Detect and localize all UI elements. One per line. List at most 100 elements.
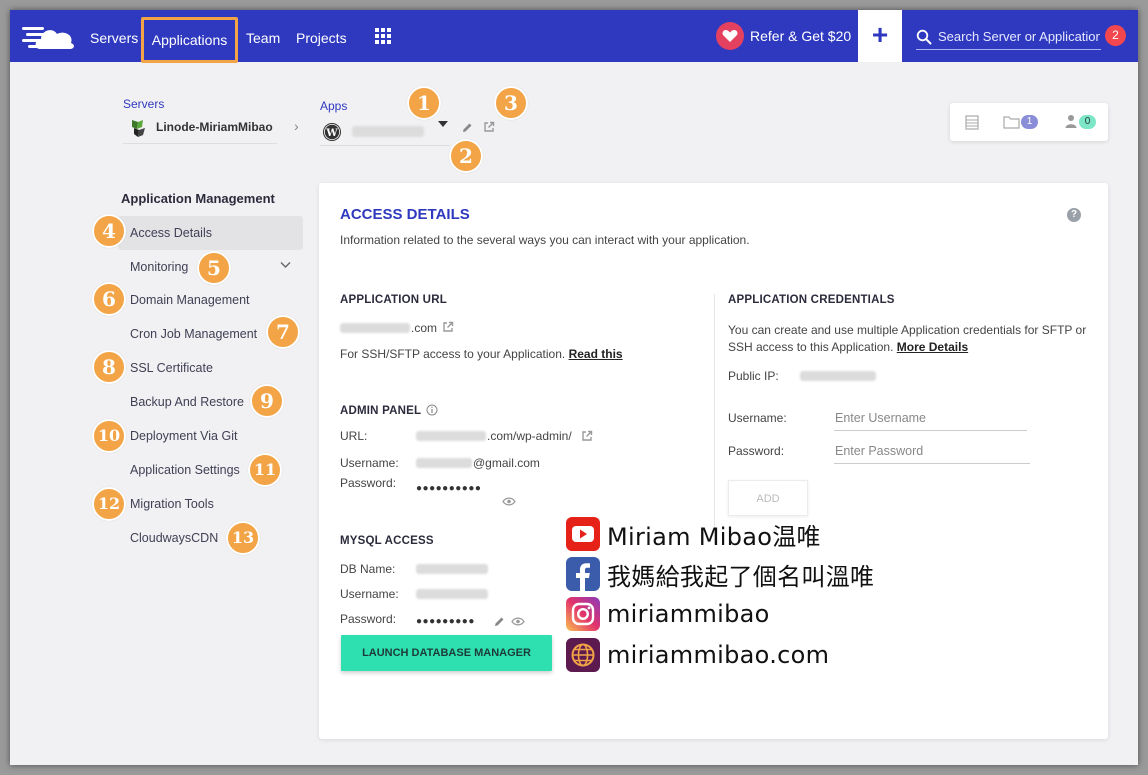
info-icon[interactable] [426, 404, 438, 416]
mysql-heading: MYSQL ACCESS [340, 535, 434, 547]
youtube-handle: Miriam Mibao温唯 [607, 522, 821, 551]
admin-url-label: URL: [340, 429, 368, 443]
sidebar-item-git[interactable]: Deployment Via Git [118, 419, 303, 453]
credentials-desc: You can create and use multiple Applicat… [728, 322, 1093, 356]
annotation-badge-10: 10 [92, 419, 126, 453]
social-facebook: 我媽給我起了個名叫溫唯 [566, 557, 874, 591]
sidebar-item-access-details[interactable]: Access Details [118, 216, 303, 250]
app-domain-redacted [340, 323, 410, 333]
globe-icon [566, 638, 600, 672]
cred-username-label: Username: [728, 411, 787, 425]
external-link-icon[interactable] [442, 321, 454, 333]
credentials-heading: APPLICATION CREDENTIALS [728, 294, 895, 306]
launch-db-manager-button[interactable]: LAUNCH DATABASE MANAGER [341, 635, 552, 671]
app-stats-card: 1 0 [950, 103, 1108, 141]
facebook-handle: 我媽給我起了個名叫溫唯 [607, 562, 875, 591]
admin-username-label: Username: [340, 456, 399, 470]
card-subtitle: Information related to the several ways … [340, 233, 750, 247]
chevron-right-icon: › [294, 118, 299, 134]
heart-icon [716, 22, 744, 50]
chevron-down-icon[interactable] [280, 261, 291, 269]
add-button[interactable]: + [858, 10, 902, 62]
app-selector[interactable]: W [320, 120, 450, 146]
social-website: miriammibao.com [566, 638, 829, 672]
db-name-label: DB Name: [340, 562, 396, 576]
sidebar-item-domain-management[interactable]: Domain Management [118, 283, 303, 317]
annotation-badge-8: 8 [92, 350, 126, 384]
db-username-label: Username: [340, 587, 399, 601]
column-divider [714, 294, 715, 544]
notification-badge[interactable]: 2 [1105, 25, 1126, 46]
ssh-info-text: For SSH/SFTP access to your Application.… [340, 347, 623, 361]
external-link-icon[interactable] [581, 430, 593, 442]
server-list-icon[interactable] [965, 115, 979, 130]
db-name-redacted [416, 564, 488, 574]
sidebar-item-migration[interactable]: Migration Tools [118, 487, 303, 521]
annotation-badge-9: 9 [250, 384, 284, 418]
annotation-badge-13: 13 [226, 521, 260, 555]
apps-grid-icon[interactable] [375, 28, 391, 44]
youtube-icon [566, 517, 600, 551]
nav-team[interactable]: Team [246, 10, 280, 62]
nav-applications[interactable]: Applications [141, 17, 238, 63]
annotation-badge-4: 4 [92, 214, 126, 248]
dropdown-caret-icon[interactable] [438, 121, 448, 127]
sidebar-title: Application Management [121, 191, 275, 206]
annotation-badge-3: 3 [494, 86, 528, 120]
annotation-badge-7: 7 [266, 315, 300, 349]
cred-password-label: Password: [728, 444, 785, 458]
refer-button[interactable]: Refer & Get $20 [716, 22, 851, 50]
admin-url-suffix[interactable]: .com/wp-admin/ [487, 429, 572, 443]
annotation-badge-11: 11 [248, 453, 282, 487]
public-ip-redacted [800, 371, 876, 381]
refer-label: Refer & Get $20 [750, 28, 852, 44]
annotation-badge-6: 6 [92, 282, 126, 316]
app-name-redacted [352, 126, 424, 137]
app-domain-suffix[interactable]: .com [411, 321, 437, 335]
db-password-label: Password: [340, 612, 397, 626]
ssh-info-label: For SSH/SFTP access to your Application. [340, 347, 566, 361]
public-ip-label: Public IP: [728, 369, 779, 383]
db-username-redacted [416, 589, 488, 599]
annotation-badge-5: 5 [197, 251, 231, 285]
member-count: 0 [1079, 115, 1096, 129]
svg-text:W: W [325, 128, 338, 139]
edit-icon[interactable] [494, 616, 505, 627]
add-credential-button[interactable]: ADD [728, 480, 808, 516]
db-password-mask: ●●●●●●●●● [416, 616, 475, 627]
admin-password-label: Password: [340, 476, 397, 490]
external-link-icon[interactable] [483, 121, 495, 133]
nav-projects[interactable]: Projects [296, 10, 347, 62]
cloudways-logo[interactable] [20, 18, 76, 54]
eye-icon[interactable] [502, 497, 516, 506]
search-input[interactable] [938, 26, 1100, 46]
admin-panel-heading: ADMIN PANEL [340, 405, 422, 417]
linode-icon [132, 120, 145, 137]
eye-icon[interactable] [511, 617, 525, 626]
card-title: ACCESS DETAILS [340, 206, 470, 223]
search-icon [916, 29, 932, 45]
breadcrumb-apps-label: Apps [320, 99, 348, 113]
app-window: Servers Applications Team Projects Refer… [10, 10, 1138, 765]
read-this-link[interactable]: Read this [569, 347, 623, 361]
nav-servers[interactable]: Servers [90, 10, 138, 62]
wordpress-icon: W [323, 123, 341, 141]
nav-applications-label: Applications [151, 32, 228, 48]
instagram-icon [566, 597, 600, 631]
annotation-badge-1: 1 [407, 86, 441, 120]
server-selector[interactable]: Linode-MiriamMibao [123, 118, 277, 144]
cred-username-input[interactable] [834, 405, 1027, 431]
cred-password-input[interactable] [834, 438, 1030, 464]
help-icon[interactable]: ? [1067, 208, 1081, 222]
admin-username-suffix[interactable]: @gmail.com [473, 456, 540, 470]
search-box [916, 24, 1101, 50]
social-youtube: Miriam Mibao温唯 [566, 517, 821, 551]
sidebar-item-ssl[interactable]: SSL Certificate [118, 351, 303, 385]
user-icon[interactable] [1065, 114, 1077, 129]
more-details-link[interactable]: More Details [897, 340, 968, 354]
edit-icon[interactable] [462, 122, 473, 133]
folder-icon[interactable] [1003, 115, 1020, 129]
sidebar-item-cdn[interactable]: CloudwaysCDN [118, 521, 303, 555]
admin-url-redacted [416, 431, 486, 441]
facebook-icon [566, 557, 600, 591]
